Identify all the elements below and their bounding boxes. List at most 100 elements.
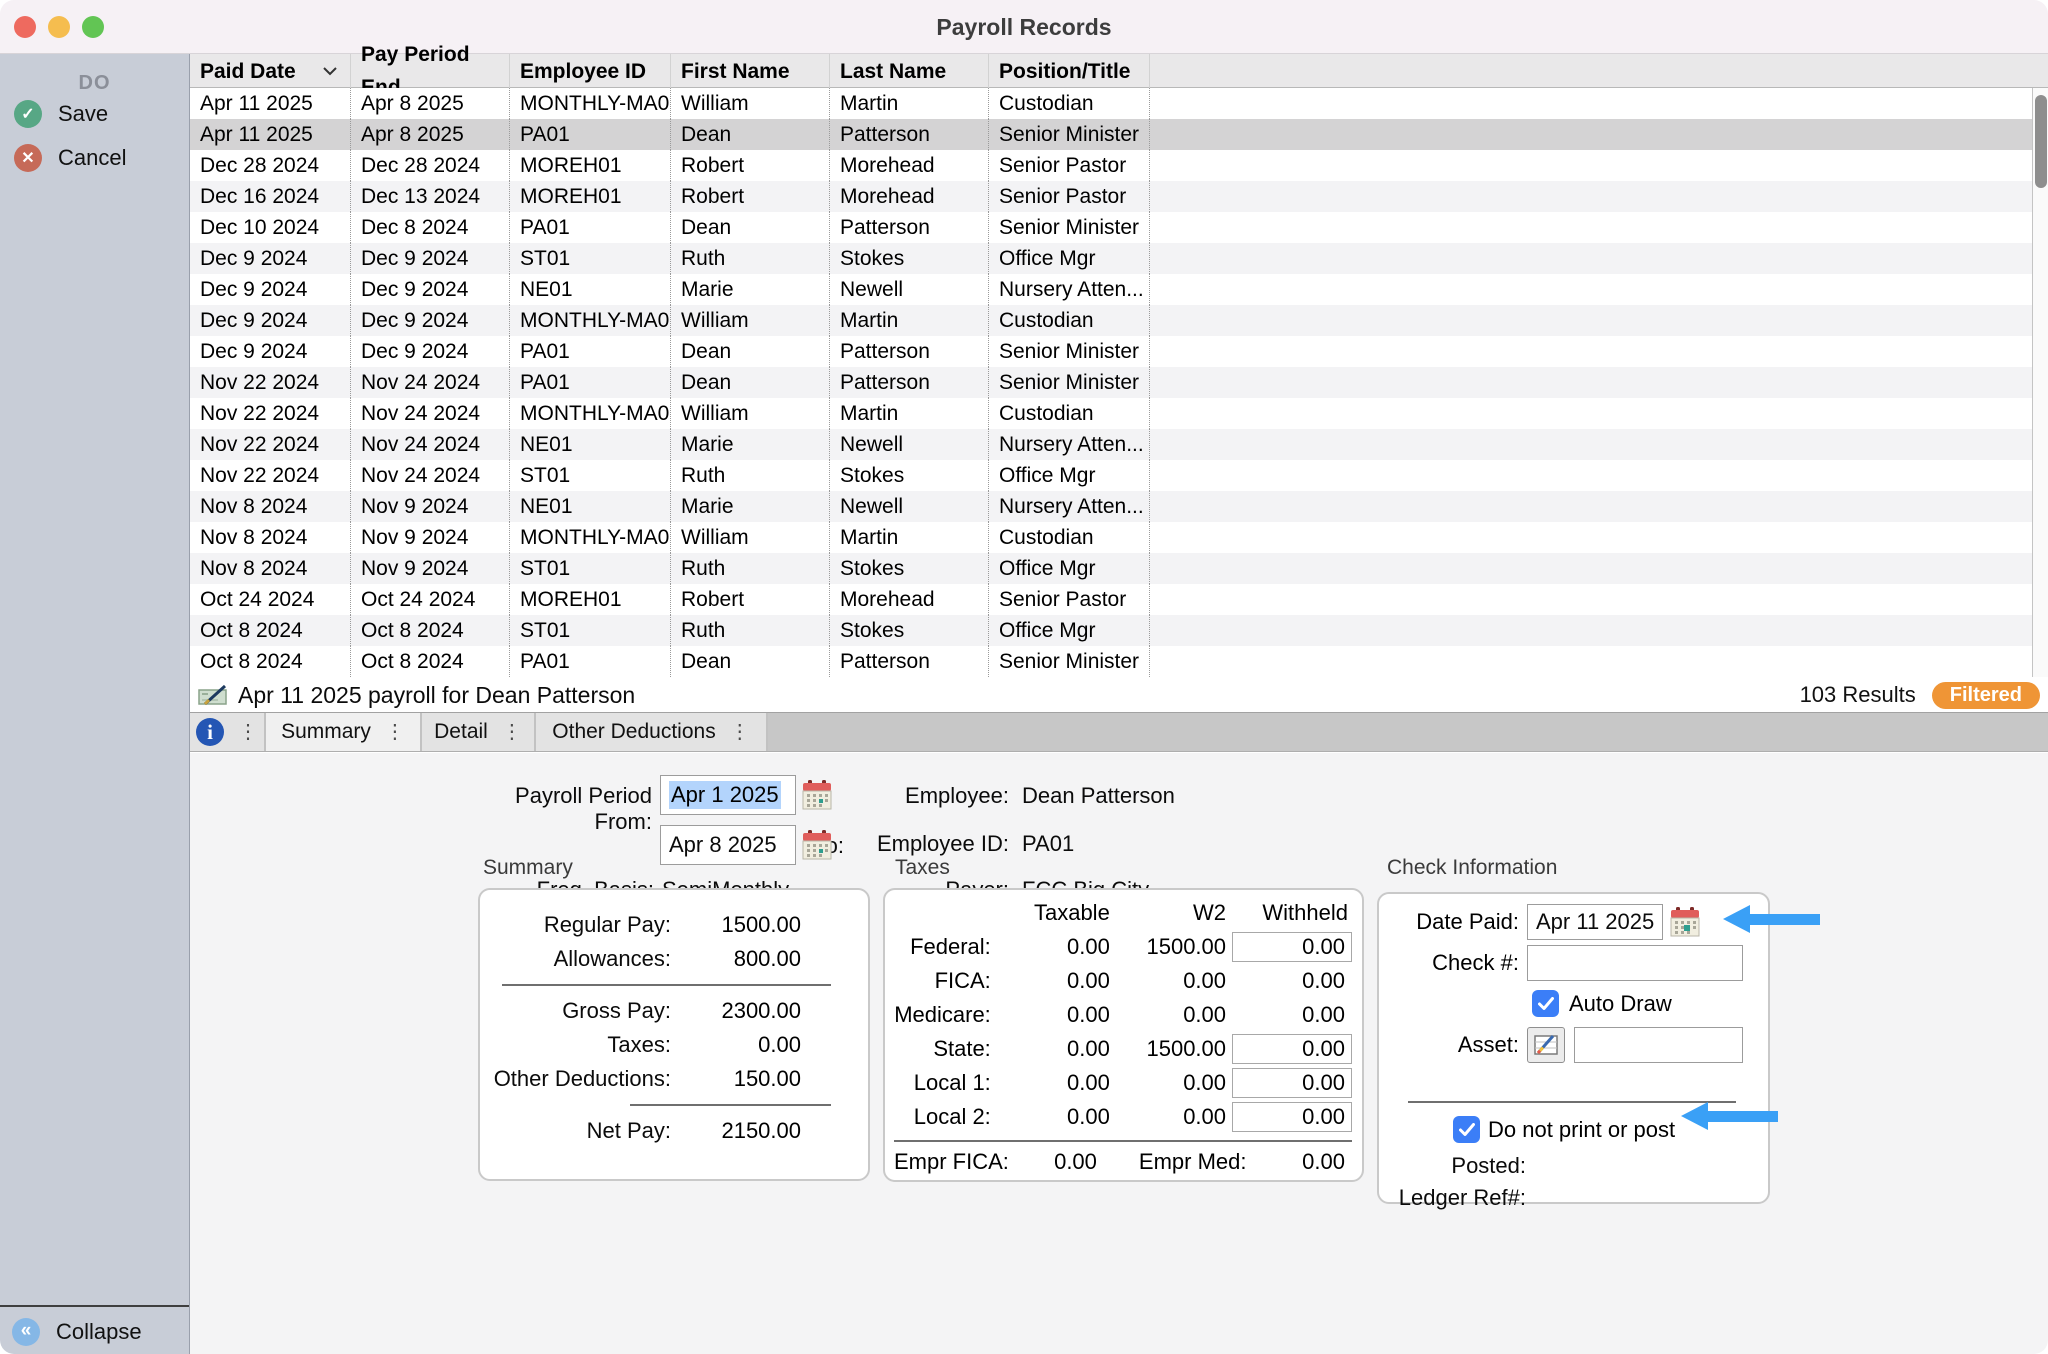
asset-input[interactable]	[1574, 1027, 1743, 1063]
summary-divider	[502, 984, 831, 986]
table-row[interactable]: Nov 22 2024Nov 24 2024PA01DeanPattersonS…	[190, 367, 2048, 398]
table-row[interactable]: Nov 8 2024Nov 9 2024MONTHLY-MA01WilliamM…	[190, 522, 2048, 553]
table-row[interactable]: Dec 9 2024Dec 9 2024MONTHLY-MA01WilliamM…	[190, 305, 2048, 336]
table-row[interactable]: Nov 22 2024Nov 24 2024MONTHLY-MA01Willia…	[190, 398, 2048, 429]
period-from-input[interactable]: Apr 1 2025	[660, 775, 796, 815]
table-cell: ST01	[510, 243, 671, 274]
table-row[interactable]: Apr 11 2025Apr 8 2025PA01DeanPattersonSe…	[190, 119, 2048, 150]
table-row[interactable]: Oct 8 2024Oct 8 2024PA01DeanPattersonSen…	[190, 646, 2048, 677]
w2-value: 1500.00	[1110, 934, 1226, 960]
withheld-input[interactable]: 0.00	[1232, 1068, 1352, 1098]
table-row[interactable]: Dec 16 2024Dec 13 2024MOREH01RobertMoreh…	[190, 181, 2048, 212]
table-row[interactable]: Dec 9 2024Dec 9 2024PA01DeanPattersonSen…	[190, 336, 2048, 367]
table-row[interactable]: Dec 9 2024Dec 9 2024NE01MarieNewellNurse…	[190, 274, 2048, 305]
cancel-x-icon: ✕	[14, 144, 42, 172]
calendar-icon[interactable]	[802, 829, 832, 861]
asset-ledger-picker-button[interactable]	[1527, 1027, 1565, 1063]
cancel-button[interactable]: ✕ Cancel	[14, 144, 126, 172]
table-cell-filler	[1150, 274, 2048, 305]
net-pay-value: 2150.00	[671, 1118, 801, 1144]
column-header-paid-date[interactable]: Paid Date	[190, 54, 351, 88]
summary-tab-panel: Payroll Period From: Apr 1 2025 To: Freq…	[190, 753, 2048, 1354]
w2-value: 0.00	[1110, 968, 1226, 994]
detail-tab-bar: i ⋮ Summary ⋮ Detail ⋮ Other Deductions …	[190, 712, 2048, 752]
withheld-input[interactable]: 0.00	[1232, 1034, 1352, 1064]
tax-row: State:0.001500.000.00	[894, 1032, 1352, 1066]
date-paid-row: Date Paid:	[1379, 904, 1768, 940]
auto-draw-checkbox[interactable]	[1532, 990, 1559, 1017]
tab-other-deductions[interactable]: Other Deductions ⋮	[536, 713, 768, 751]
period-from-label: Payroll Period From:	[452, 783, 652, 835]
table-cell: Office Mgr	[989, 553, 1150, 584]
filtered-badge[interactable]: Filtered	[1932, 682, 2040, 709]
ledger-ref-label: Ledger Ref#:	[1379, 1185, 1526, 1211]
table-cell: Nov 8 2024	[190, 491, 351, 522]
ledger-ref-row: Ledger Ref#:	[1379, 1185, 1768, 1211]
table-cell-filler	[1150, 119, 2048, 150]
vertical-scrollbar[interactable]	[2032, 88, 2048, 677]
other-deductions-value: 150.00	[671, 1066, 801, 1092]
tax-row-label: Federal:	[894, 934, 991, 960]
table-cell: Apr 8 2025	[351, 88, 510, 119]
table-cell: Oct 8 2024	[351, 615, 510, 646]
taxes-total-label: Taxes:	[480, 1032, 671, 1058]
w2-value: 0.00	[1110, 1070, 1226, 1096]
do-not-print-checkbox[interactable]	[1453, 1116, 1480, 1143]
column-header-position-title[interactable]: Position/Title	[989, 54, 1150, 88]
column-header-employee-id[interactable]: Employee ID	[510, 54, 671, 88]
record-status-bar: Apr 11 2025 payroll for Dean Patterson 1…	[190, 678, 2048, 712]
column-header-pay-period-end[interactable]: Pay Period End	[351, 54, 510, 88]
table-cell: ST01	[510, 553, 671, 584]
period-to-input[interactable]	[660, 825, 796, 865]
summary-row: Taxes:0.00	[480, 1028, 868, 1062]
column-header-first-name[interactable]: First Name	[671, 54, 830, 88]
table-row[interactable]: Dec 9 2024Dec 9 2024ST01RuthStokesOffice…	[190, 243, 2048, 274]
table-cell: Stokes	[830, 553, 989, 584]
table-row[interactable]: Apr 11 2025Apr 8 2025MONTHLY-MA01William…	[190, 88, 2048, 119]
withheld-input[interactable]: 0.00	[1232, 1102, 1352, 1132]
table-row[interactable]: Oct 8 2024Oct 8 2024ST01RuthStokesOffice…	[190, 615, 2048, 646]
check-info-group-box: Date Paid: Check #: Auto Draw	[1377, 892, 1770, 1204]
table-cell: Nov 24 2024	[351, 460, 510, 491]
do-not-print-label: Do not print or post	[1488, 1117, 1675, 1143]
table-row[interactable]: Oct 24 2024Oct 24 2024MOREH01RobertMoreh…	[190, 584, 2048, 615]
empr-fica-value: 0.00	[1009, 1149, 1097, 1175]
tab-summary[interactable]: Summary ⋮	[266, 713, 422, 751]
collapse-button[interactable]: « Collapse	[12, 1318, 142, 1346]
other-deductions-label: Other Deductions:	[480, 1066, 671, 1092]
taxable-value: 0.00	[991, 1002, 1110, 1028]
regular-pay-value: 1500.00	[671, 912, 801, 938]
table-row[interactable]: Dec 10 2024Dec 8 2024PA01DeanPattersonSe…	[190, 212, 2048, 243]
collapse-chevrons-icon: «	[12, 1318, 40, 1346]
table-cell: MONTHLY-MA01	[510, 522, 671, 553]
table-cell: Senior Pastor	[989, 181, 1150, 212]
table-row[interactable]: Nov 8 2024Nov 9 2024NE01MarieNewellNurse…	[190, 491, 2048, 522]
withheld-input[interactable]: 0.00	[1232, 932, 1352, 962]
table-cell: Newell	[830, 491, 989, 522]
check-number-input[interactable]	[1527, 945, 1743, 981]
taxable-value: 0.00	[991, 1070, 1110, 1096]
table-row[interactable]: Nov 22 2024Nov 24 2024ST01RuthStokesOffi…	[190, 460, 2048, 491]
table-row[interactable]: Dec 28 2024Dec 28 2024MOREH01RobertMoreh…	[190, 150, 2048, 181]
table-cell: Dean	[671, 367, 830, 398]
table-row[interactable]: Nov 8 2024Nov 9 2024ST01RuthStokesOffice…	[190, 553, 2048, 584]
table-row[interactable]: Nov 22 2024Nov 24 2024NE01MarieNewellNur…	[190, 429, 2048, 460]
column-header-filler	[1150, 54, 2048, 88]
calendar-icon[interactable]	[802, 779, 832, 811]
date-paid-input[interactable]	[1527, 904, 1663, 940]
column-header-last-name[interactable]: Last Name	[830, 54, 989, 88]
arrow-shaft	[1750, 914, 1820, 925]
summary-group-box: Regular Pay:1500.00 Allowances:800.00 Gr…	[478, 888, 870, 1181]
table-cell: William	[671, 522, 830, 553]
tab-detail[interactable]: Detail ⋮	[422, 713, 536, 751]
net-pay-divider	[630, 1104, 831, 1106]
column-header-label: Last Name	[840, 55, 946, 88]
calendar-icon[interactable]	[1670, 906, 1700, 938]
table-cell: Stokes	[830, 615, 989, 646]
empr-fica-label: Empr FICA:	[894, 1149, 1009, 1175]
save-button[interactable]: ✓ Save	[14, 100, 108, 128]
scrollbar-thumb[interactable]	[2035, 95, 2047, 188]
info-tab[interactable]: i ⋮	[190, 713, 266, 751]
table-cell: Nov 22 2024	[190, 460, 351, 491]
tab-separator-dots: ⋮	[502, 722, 522, 742]
